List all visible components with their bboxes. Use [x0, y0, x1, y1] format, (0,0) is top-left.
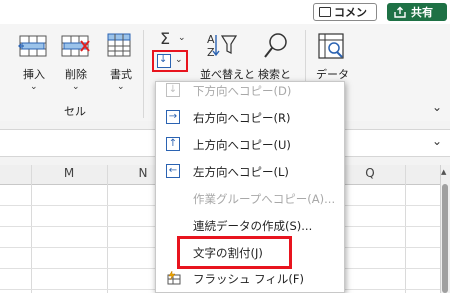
find-select-icon[interactable] [262, 31, 290, 61]
format-label[interactable]: 書式 [106, 66, 136, 82]
fill-button-highlight [152, 50, 188, 72]
cells-group-label: セル [64, 105, 86, 118]
formula-bar-expand-icon[interactable]: ⌄ [432, 134, 442, 148]
menu-item-label: 左方向へコピー(L) [193, 165, 289, 179]
menu-item-label: 上方向へコピー(U) [193, 138, 291, 152]
delete-chevron-icon[interactable]: ⌄ [72, 82, 80, 92]
menu-item-label: 右方向へコピー(R) [193, 111, 291, 125]
flash-fill-icon [167, 270, 181, 285]
menu-item-label: 連続データの作成(S)... [193, 219, 313, 233]
menu-item-label: フラッシュ フィル(F) [193, 272, 305, 286]
menu-item-fill-down[interactable]: ↓ 下方向へコピー(D) [164, 80, 340, 102]
format-cells-icon[interactable] [105, 31, 135, 59]
scroll-up-icon[interactable]: ▲ [441, 168, 446, 176]
insert-cells-icon[interactable] [18, 33, 50, 59]
column-divider [405, 165, 406, 293]
menu-item-fill-up[interactable]: ↑ 上方向へコピー(U) [164, 134, 340, 156]
column-header-m[interactable]: M [59, 166, 79, 180]
title-bar [0, 0, 450, 24]
autosum-chevron-icon[interactable]: ⌄ [178, 33, 186, 43]
vertical-scrollbar-thumb[interactable] [442, 184, 448, 293]
column-divider [107, 165, 108, 293]
insert-label[interactable]: 挿入 [19, 66, 49, 82]
autosum-icon[interactable]: Σ [160, 29, 170, 48]
share-button-label: 共有 [411, 6, 433, 19]
group-separator [143, 30, 144, 118]
column-divider [31, 165, 32, 293]
menu-item-label: 下方向へコピー(D) [193, 84, 292, 98]
menu-item-fill-left[interactable]: ← 左方向へコピー(L) [164, 161, 340, 183]
arrow-down-icon: ↓ [166, 83, 180, 97]
share-button[interactable]: 共有 [387, 3, 447, 21]
insert-chevron-icon[interactable]: ⌄ [30, 82, 38, 92]
data-analysis-icon[interactable] [316, 31, 346, 61]
comment-button[interactable]: コメント [313, 3, 377, 37]
delete-cells-icon[interactable] [60, 33, 92, 59]
share-icon [394, 6, 406, 18]
column-header-n[interactable]: N [133, 166, 153, 180]
arrow-right-icon: → [166, 110, 180, 124]
menu-item-across-worksheets[interactable]: 作業グループへコピー(A)... [164, 188, 340, 210]
arrow-left-icon: ← [166, 164, 180, 178]
sort-filter-icon[interactable]: A Z [205, 31, 239, 61]
ribbon-collapse-chevron-icon[interactable]: ⌄ [432, 100, 442, 114]
format-chevron-icon[interactable]: ⌄ [117, 82, 125, 92]
menu-item-series[interactable]: 連続データの作成(S)... [164, 215, 340, 237]
justify-highlight [177, 236, 292, 269]
menu-item-fill-right[interactable]: → 右方向へコピー(R) [164, 107, 340, 129]
menu-item-flash-fill[interactable]: フラッシュ フィル(F) [164, 268, 340, 290]
arrow-up-icon: ↑ [166, 137, 180, 151]
delete-label[interactable]: 削除 [61, 66, 91, 82]
svg-text:A: A [207, 33, 215, 46]
menu-item-label: 作業グループへコピー(A)... [193, 192, 336, 206]
column-header-q[interactable]: Q [360, 166, 380, 180]
comment-icon [319, 7, 331, 17]
